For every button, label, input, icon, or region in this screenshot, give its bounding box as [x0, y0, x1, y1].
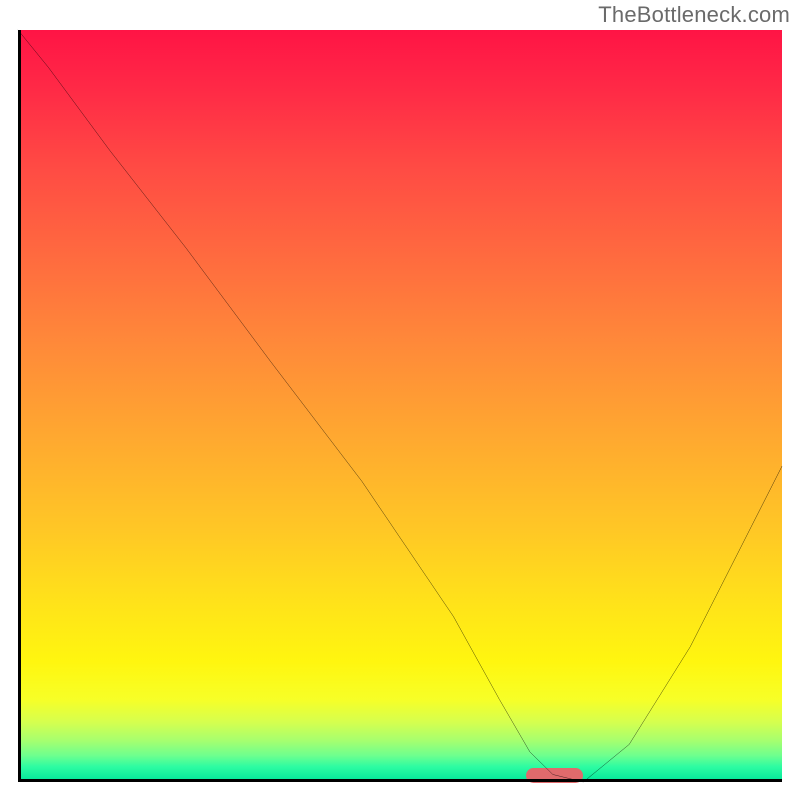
bottleneck-chart: TheBottleneck.com: [0, 0, 800, 800]
plot-area: [18, 30, 782, 782]
bottleneck-curve: [18, 30, 782, 782]
attribution-text: TheBottleneck.com: [598, 2, 790, 28]
